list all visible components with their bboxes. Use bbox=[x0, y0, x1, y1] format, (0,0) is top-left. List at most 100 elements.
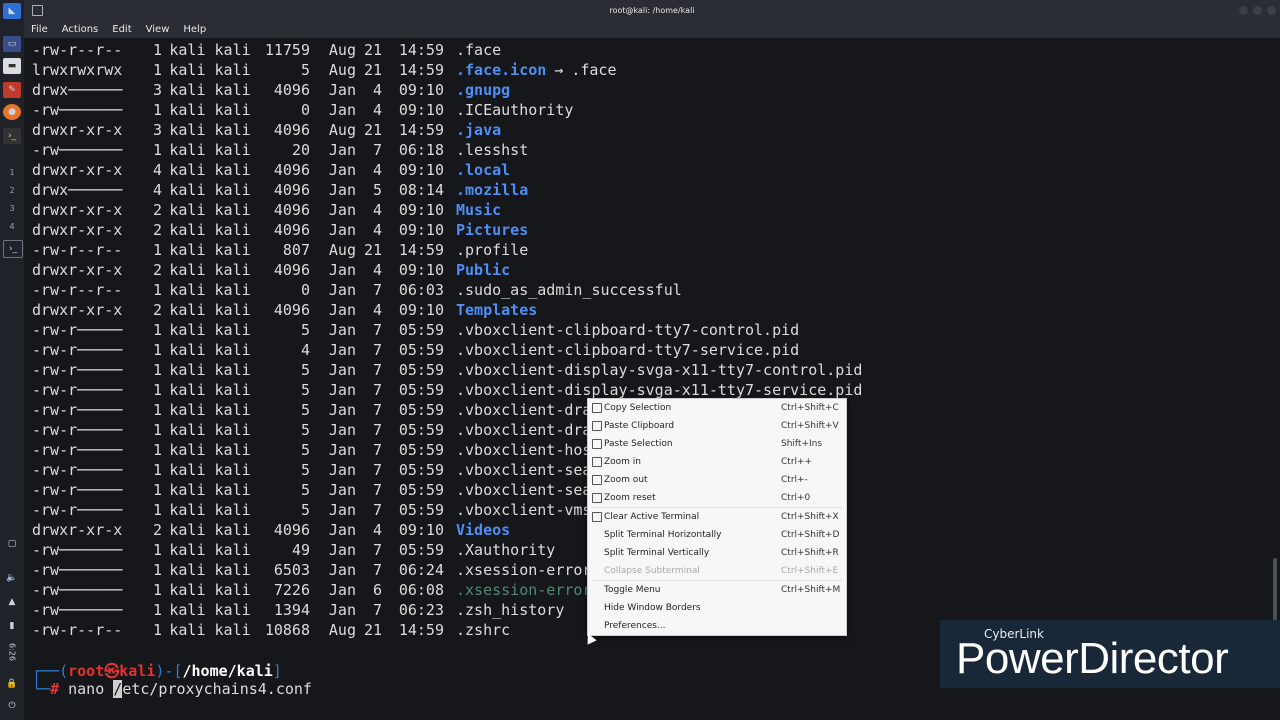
file-time: 09:10 bbox=[398, 161, 444, 179]
file-owner: kali kali bbox=[169, 521, 251, 539]
file-month: Jan bbox=[328, 281, 356, 299]
context-item-hide-window-borders[interactable]: Hide Window Borders bbox=[588, 599, 846, 617]
prompt-hash: # bbox=[50, 680, 60, 698]
file-day: 7 bbox=[372, 441, 382, 459]
context-item-preferences[interactable]: Preferences... bbox=[588, 617, 846, 635]
menu-file[interactable]: File bbox=[24, 20, 55, 38]
notification-icon[interactable]: ▲ bbox=[3, 594, 21, 610]
file-owner: kali kali bbox=[169, 241, 251, 259]
file-owner: kali kali bbox=[169, 201, 251, 219]
file-name: .mozilla bbox=[456, 181, 529, 199]
workspace-2[interactable]: 2 bbox=[3, 182, 21, 198]
context-item-label: Split Terminal Horizontally bbox=[604, 530, 722, 540]
link-count: 1 bbox=[152, 541, 162, 559]
text-cursor: / bbox=[113, 680, 123, 698]
text-editor-icon[interactable]: ✎ bbox=[3, 82, 21, 98]
file-permissions: -rw-r───── bbox=[32, 341, 123, 359]
link-count: 1 bbox=[152, 581, 162, 599]
context-item-shortcut: Ctrl+Shift+M bbox=[781, 585, 841, 595]
file-time: 14:59 bbox=[398, 241, 444, 259]
listing-row: -rw-r--r-- 1 kali kali 11759 Aug 21 14:59 .face bbox=[32, 40, 862, 60]
context-item-paste-clipboard[interactable]: Paste Clipboard Ctrl+Shift+V bbox=[588, 417, 846, 435]
power-icon[interactable]: ⏻ bbox=[3, 698, 21, 714]
file-owner: kali kali bbox=[169, 581, 251, 599]
menu-actions[interactable]: Actions bbox=[55, 20, 106, 38]
context-item-split-terminal-vertically[interactable]: Split Terminal Vertically Ctrl+Shift+R bbox=[588, 544, 846, 562]
context-item-clear-active-terminal[interactable]: Clear Active Terminal Ctrl+Shift+X bbox=[588, 508, 846, 526]
file-name: Music bbox=[456, 201, 502, 219]
listing-row: drwxr-xr-x 2 kali kali 4096 Jan 4 09:10 Public bbox=[32, 260, 862, 280]
file-size: 5 bbox=[300, 501, 310, 519]
file-time: 08:14 bbox=[398, 181, 444, 199]
file-owner: kali kali bbox=[169, 541, 251, 559]
file-owner: kali kali bbox=[169, 101, 251, 119]
file-size: 7226 bbox=[273, 581, 310, 599]
context-item-label: Zoom in bbox=[604, 457, 642, 467]
context-item-split-terminal-horizontally[interactable]: Split Terminal Horizontally Ctrl+Shift+D bbox=[588, 526, 846, 544]
close-button[interactable] bbox=[1267, 6, 1276, 15]
context-item-zoom-out[interactable]: Zoom out Ctrl+- bbox=[588, 471, 846, 489]
link-count: 1 bbox=[152, 61, 162, 79]
volume-icon[interactable]: 🔈 bbox=[3, 570, 21, 586]
link-count: 1 bbox=[152, 601, 162, 619]
window-icon[interactable] bbox=[32, 5, 43, 16]
clock[interactable]: 6:26 bbox=[3, 640, 21, 664]
link-count: 1 bbox=[152, 281, 162, 299]
file-permissions: -rw-r--r-- bbox=[32, 281, 123, 299]
lock-icon[interactable]: 🔒 bbox=[3, 676, 21, 692]
context-item-label: Zoom out bbox=[604, 475, 648, 485]
desktop-icon[interactable]: ▭ bbox=[3, 36, 21, 52]
context-item-zoom-in[interactable]: Zoom in Ctrl++ bbox=[588, 453, 846, 471]
file-permissions: -rw-r───── bbox=[32, 401, 123, 419]
kali-menu-icon[interactable]: ◣ bbox=[3, 3, 21, 19]
file-day: 5 bbox=[372, 181, 382, 199]
firefox-icon[interactable]: ● bbox=[3, 104, 21, 120]
context-item-label: Hide Window Borders bbox=[604, 603, 701, 613]
menu-edit[interactable]: Edit bbox=[105, 20, 138, 38]
menu-help[interactable]: Help bbox=[176, 20, 213, 38]
terminal-icon[interactable]: ›_ bbox=[3, 128, 21, 144]
copy-icon bbox=[592, 403, 602, 413]
file-size: 5 bbox=[300, 381, 310, 399]
prompt-corner: └─ bbox=[32, 680, 51, 698]
maximize-button[interactable] bbox=[1253, 6, 1262, 15]
context-item-copy-selection[interactable]: Copy Selection Ctrl+Shift+C bbox=[588, 399, 846, 417]
menu-view[interactable]: View bbox=[139, 20, 177, 38]
context-item-zoom-reset[interactable]: Zoom reset Ctrl+0 bbox=[588, 489, 846, 507]
listing-row: -rw─────── 1 kali kali 20 Jan 7 06:18 .lesshst bbox=[32, 140, 862, 160]
file-permissions: drwxr-xr-x bbox=[32, 521, 123, 539]
terminal-task-icon[interactable]: ›_ bbox=[3, 240, 23, 258]
file-day: 4 bbox=[372, 221, 382, 239]
file-day: 7 bbox=[372, 281, 382, 299]
file-day: 7 bbox=[372, 141, 382, 159]
screen-icon[interactable]: ▢ bbox=[3, 536, 21, 552]
file-size: 5 bbox=[300, 461, 310, 479]
link-count: 3 bbox=[152, 81, 162, 99]
workspace-3[interactable]: 3 bbox=[3, 200, 21, 216]
file-permissions: -rw-r───── bbox=[32, 441, 123, 459]
context-item-toggle-menu[interactable]: Toggle Menu Ctrl+Shift+M bbox=[588, 581, 846, 599]
file-permissions: drwxr-xr-x bbox=[32, 121, 123, 139]
context-item-paste-selection[interactable]: Paste Selection Shift+Ins bbox=[588, 435, 846, 453]
window-titlebar: root@kali: /home/kali bbox=[24, 0, 1280, 20]
battery-icon: ▮ bbox=[9, 621, 15, 631]
context-menu: Copy Selection Ctrl+Shift+C Paste Clipboar… bbox=[587, 398, 847, 636]
file-time: 09:10 bbox=[398, 521, 444, 539]
command-line[interactable]: └─# nano /etc/proxychains4.conf bbox=[32, 680, 312, 698]
scrollbar[interactable] bbox=[1270, 38, 1280, 720]
prompt-open: ┌──( bbox=[32, 662, 69, 680]
file-owner: kali kali bbox=[169, 141, 251, 159]
link-count: 2 bbox=[152, 301, 162, 319]
file-day: 7 bbox=[372, 481, 382, 499]
file-owner: kali kali bbox=[169, 261, 251, 279]
paste-icon bbox=[592, 439, 602, 449]
workspace-1[interactable]: 1 bbox=[3, 164, 21, 180]
workspace-4[interactable]: 4 bbox=[3, 218, 21, 234]
files-icon[interactable]: ▬ bbox=[3, 58, 21, 74]
file-permissions: -rw─────── bbox=[32, 141, 123, 159]
file-time: 14:59 bbox=[398, 61, 444, 79]
symlink-target: .face bbox=[571, 61, 617, 79]
file-permissions: drwx────── bbox=[32, 181, 123, 199]
minimize-button[interactable] bbox=[1239, 6, 1248, 15]
file-month: Aug bbox=[328, 121, 356, 139]
